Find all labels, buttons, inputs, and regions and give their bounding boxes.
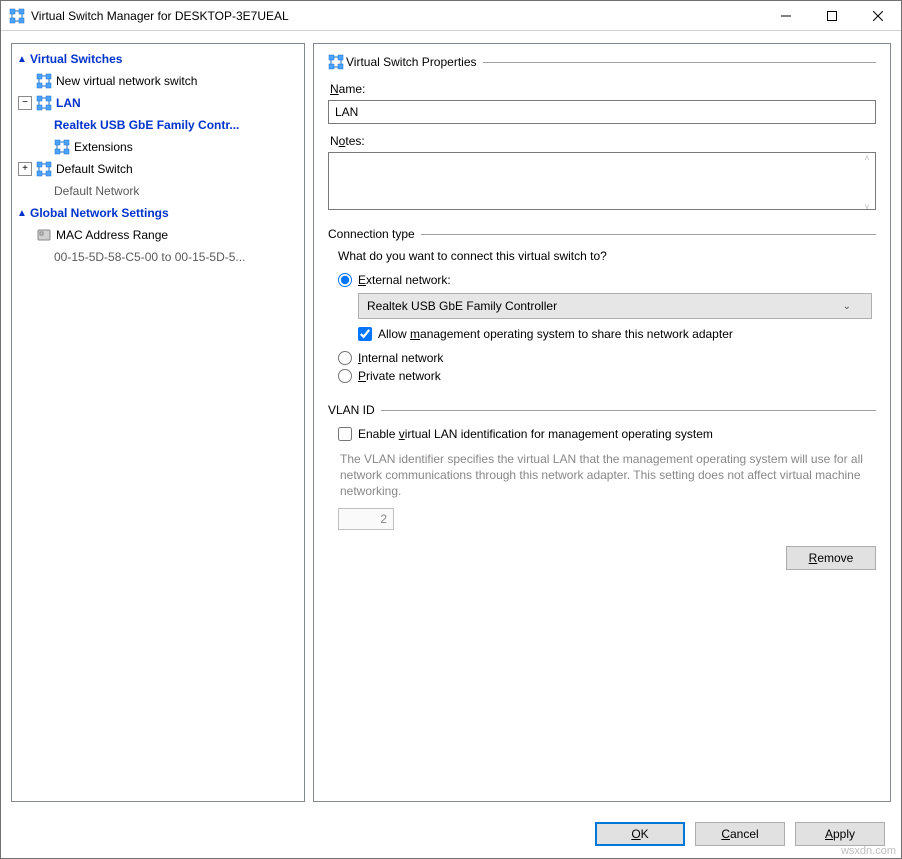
collapse-icon[interactable]: − bbox=[18, 96, 32, 110]
scroll-up-icon: ˄ bbox=[859, 153, 875, 163]
textarea-scrollbar[interactable]: ˄˅ bbox=[859, 153, 875, 212]
watermark: wsxdn.com bbox=[841, 845, 896, 857]
tree-item-lan[interactable]: − LAN bbox=[14, 92, 302, 114]
vlan-description: The VLAN identifier specifies the virtua… bbox=[340, 451, 870, 500]
close-button[interactable] bbox=[855, 1, 901, 31]
chevron-down-icon: ⌄ bbox=[843, 301, 851, 312]
chevron-up-icon: ▲ bbox=[14, 208, 30, 219]
radio-label: External network: bbox=[358, 273, 451, 287]
app-icon bbox=[9, 8, 25, 24]
apply-button[interactable]: Apply bbox=[795, 822, 885, 846]
radio-external-input[interactable] bbox=[338, 273, 352, 287]
maximize-button[interactable] bbox=[809, 1, 855, 31]
check-enable-vlan-input[interactable] bbox=[338, 427, 352, 441]
tree-item-extensions[interactable]: Extensions bbox=[14, 136, 302, 158]
tree-item-mac-range[interactable]: MAC Address Range bbox=[14, 224, 302, 246]
check-allow-mgmt[interactable]: Allow management operating system to sha… bbox=[358, 327, 872, 341]
name-label: Name: bbox=[330, 82, 876, 96]
window-root: Virtual Switch Manager for DESKTOP-3E7UE… bbox=[0, 0, 902, 859]
checkbox-label: Allow management operating system to sha… bbox=[378, 327, 733, 341]
tree-item-label: 00-15-5D-58-C5-00 to 00-15-5D-5... bbox=[54, 250, 245, 264]
switch-icon bbox=[54, 139, 70, 155]
tree-section-label: Global Network Settings bbox=[30, 206, 169, 220]
adapter-selected: Realtek USB GbE Family Controller bbox=[367, 299, 557, 313]
radio-external[interactable]: External network: bbox=[338, 273, 872, 287]
tree-item-label: Default Switch bbox=[56, 162, 133, 176]
remove-row: Remove bbox=[328, 546, 876, 570]
tree-item-label: Realtek USB GbE Family Contr... bbox=[54, 118, 239, 132]
nic-icon bbox=[36, 227, 52, 243]
chevron-up-icon: ▲ bbox=[14, 54, 30, 65]
minimize-button[interactable] bbox=[763, 1, 809, 31]
tree-item-label: Extensions bbox=[74, 140, 133, 154]
tree-section-virtual-switches[interactable]: ▲ Virtual Switches bbox=[14, 48, 302, 70]
check-allow-mgmt-input[interactable] bbox=[358, 327, 372, 341]
radio-label: Private network bbox=[358, 369, 441, 383]
switch-icon bbox=[36, 73, 52, 89]
tree-item-lan-adapter[interactable]: Realtek USB GbE Family Contr... bbox=[14, 114, 302, 136]
tree: ▲ Virtual Switches New virtual network s… bbox=[12, 44, 304, 272]
scroll-down-icon: ˅ bbox=[859, 202, 875, 212]
tree-section-global[interactable]: ▲ Global Network Settings bbox=[14, 202, 302, 224]
adapter-select[interactable]: Realtek USB GbE Family Controller ⌄ bbox=[358, 293, 872, 319]
connection-question: What do you want to connect this virtual… bbox=[338, 249, 872, 263]
name-input[interactable] bbox=[328, 100, 876, 124]
right-pane: Virtual Switch Properties Name: Notes: ˄… bbox=[313, 43, 891, 802]
radio-private[interactable]: Private network bbox=[338, 369, 872, 383]
divider bbox=[483, 62, 877, 63]
expand-icon[interactable]: + bbox=[18, 162, 32, 176]
tree-item-label: MAC Address Range bbox=[56, 228, 168, 242]
divider bbox=[421, 234, 876, 235]
notes-textarea[interactable] bbox=[328, 152, 876, 210]
divider bbox=[381, 410, 876, 411]
switch-icon bbox=[328, 54, 344, 70]
switch-icon bbox=[36, 95, 52, 111]
window-controls bbox=[763, 1, 901, 31]
cancel-button[interactable]: Cancel bbox=[695, 822, 785, 846]
window-title: Virtual Switch Manager for DESKTOP-3E7UE… bbox=[31, 9, 763, 23]
group-title: VLAN ID bbox=[328, 403, 375, 417]
group-vlan: VLAN ID Enable virtual LAN identificatio… bbox=[328, 403, 876, 532]
dialog-buttons: OK Cancel Apply bbox=[1, 810, 901, 858]
remove-button[interactable]: Remove bbox=[786, 546, 876, 570]
tree-section-label: Virtual Switches bbox=[30, 52, 122, 66]
content-area: ▲ Virtual Switches New virtual network s… bbox=[1, 31, 901, 810]
group-connection-type: Connection type What do you want to conn… bbox=[328, 227, 876, 389]
check-enable-vlan[interactable]: Enable virtual LAN identification for ma… bbox=[338, 427, 872, 441]
tree-item-label: Default Network bbox=[54, 184, 139, 198]
tree-item-new-switch[interactable]: New virtual network switch bbox=[14, 70, 302, 92]
radio-internal-input[interactable] bbox=[338, 351, 352, 365]
vlan-id-input bbox=[338, 508, 394, 530]
section-title: Virtual Switch Properties bbox=[346, 55, 477, 69]
radio-label: Internal network bbox=[358, 351, 443, 365]
tree-item-label: LAN bbox=[56, 96, 81, 110]
radio-internal[interactable]: Internal network bbox=[338, 351, 872, 365]
tree-item-default-switch[interactable]: + Default Switch bbox=[14, 158, 302, 180]
notes-label: Notes: bbox=[330, 134, 876, 148]
tree-item-mac-value: 00-15-5D-58-C5-00 to 00-15-5D-5... bbox=[14, 246, 302, 268]
radio-private-input[interactable] bbox=[338, 369, 352, 383]
left-pane: ▲ Virtual Switches New virtual network s… bbox=[11, 43, 305, 802]
checkbox-label: Enable virtual LAN identification for ma… bbox=[358, 427, 713, 441]
section-header: Virtual Switch Properties bbox=[328, 54, 876, 70]
tree-item-label: New virtual network switch bbox=[56, 74, 197, 88]
switch-icon bbox=[36, 161, 52, 177]
titlebar: Virtual Switch Manager for DESKTOP-3E7UE… bbox=[1, 1, 901, 31]
tree-item-default-network[interactable]: Default Network bbox=[14, 180, 302, 202]
ok-button[interactable]: OK bbox=[595, 822, 685, 846]
group-title: Connection type bbox=[328, 227, 415, 241]
